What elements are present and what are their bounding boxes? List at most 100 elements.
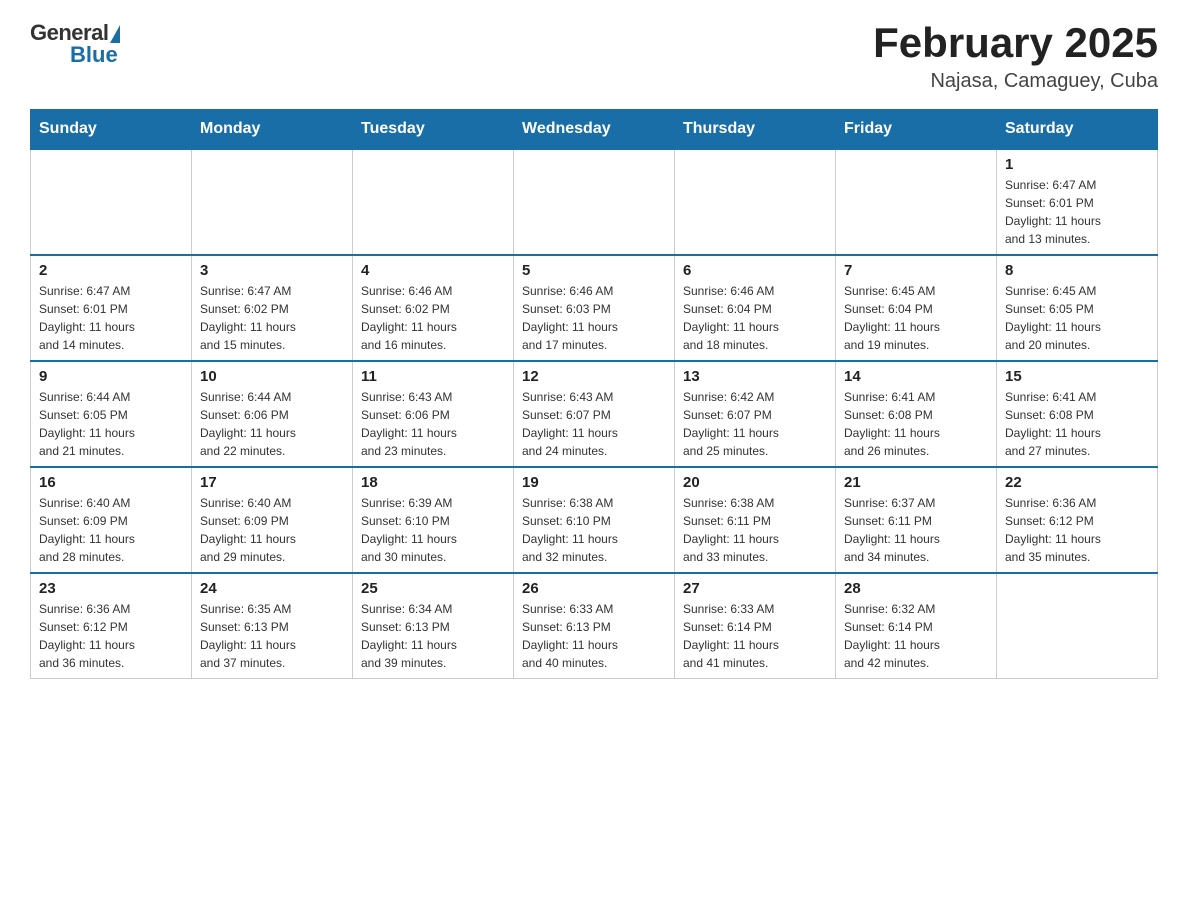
day-info: Sunrise: 6:32 AM Sunset: 6:14 PM Dayligh… bbox=[844, 602, 940, 670]
day-number: 13 bbox=[683, 368, 827, 385]
day-number: 24 bbox=[200, 580, 344, 597]
weekday-header-thursday: Thursday bbox=[675, 110, 836, 150]
calendar-day-cell: 19 Sunrise: 6:38 AM Sunset: 6:10 PM Dayli… bbox=[514, 467, 675, 573]
day-number: 15 bbox=[1005, 368, 1149, 385]
calendar-day-cell: 18 Sunrise: 6:39 AM Sunset: 6:10 PM Dayli… bbox=[353, 467, 514, 573]
page-header: General Blue February 2025 Najasa, Camag… bbox=[30, 20, 1158, 93]
day-number: 14 bbox=[844, 368, 988, 385]
day-number: 16 bbox=[39, 474, 183, 491]
day-number: 11 bbox=[361, 368, 505, 385]
calendar-day-cell: 25 Sunrise: 6:34 AM Sunset: 6:13 PM Dayli… bbox=[353, 573, 514, 679]
weekday-header-saturday: Saturday bbox=[997, 110, 1158, 150]
day-info: Sunrise: 6:35 AM Sunset: 6:13 PM Dayligh… bbox=[200, 602, 296, 670]
page-subtitle: Najasa, Camaguey, Cuba bbox=[873, 70, 1158, 93]
calendar-day-cell: 13Sunrise: 6:42 AM Sunset: 6:07 PM Dayli… bbox=[675, 361, 836, 467]
day-info: Sunrise: 6:46 AM Sunset: 6:03 PM Dayligh… bbox=[522, 284, 618, 352]
day-number: 22 bbox=[1005, 474, 1149, 491]
calendar-week-row: 2Sunrise: 6:47 AM Sunset: 6:01 PM Daylig… bbox=[31, 255, 1158, 361]
title-section: February 2025 Najasa, Camaguey, Cuba bbox=[873, 20, 1158, 93]
logo: General Blue bbox=[30, 20, 120, 68]
calendar-day-cell: 23Sunrise: 6:36 AM Sunset: 6:12 PM Dayli… bbox=[31, 573, 192, 679]
day-number: 7 bbox=[844, 262, 988, 279]
day-number: 5 bbox=[522, 262, 666, 279]
logo-triangle-icon bbox=[110, 25, 120, 43]
day-number: 19 bbox=[522, 474, 666, 491]
calendar-day-cell bbox=[353, 149, 514, 255]
calendar-day-cell: 22 Sunrise: 6:36 AM Sunset: 6:12 PM Dayli… bbox=[997, 467, 1158, 573]
calendar-day-cell bbox=[192, 149, 353, 255]
day-number: 8 bbox=[1005, 262, 1149, 279]
calendar-day-cell: 14 Sunrise: 6:41 AM Sunset: 6:08 PM Dayli… bbox=[836, 361, 997, 467]
calendar-week-row: 9 Sunrise: 6:44 AM Sunset: 6:05 PM Daylig… bbox=[31, 361, 1158, 467]
calendar-day-cell: 27 Sunrise: 6:33 AM Sunset: 6:14 PM Dayli… bbox=[675, 573, 836, 679]
calendar-day-cell: 24 Sunrise: 6:35 AM Sunset: 6:13 PM Dayli… bbox=[192, 573, 353, 679]
day-number: 9 bbox=[39, 368, 183, 385]
calendar-day-cell: 2Sunrise: 6:47 AM Sunset: 6:01 PM Daylig… bbox=[31, 255, 192, 361]
day-number: 25 bbox=[361, 580, 505, 597]
calendar-day-cell bbox=[836, 149, 997, 255]
logo-blue-text: Blue bbox=[70, 42, 118, 68]
calendar-day-cell: 9 Sunrise: 6:44 AM Sunset: 6:05 PM Daylig… bbox=[31, 361, 192, 467]
weekday-header-tuesday: Tuesday bbox=[353, 110, 514, 150]
calendar-day-cell: 20Sunrise: 6:38 AM Sunset: 6:11 PM Dayli… bbox=[675, 467, 836, 573]
day-info: Sunrise: 6:45 AM Sunset: 6:04 PM Dayligh… bbox=[844, 284, 940, 352]
calendar-day-cell: 10 Sunrise: 6:44 AM Sunset: 6:06 PM Dayli… bbox=[192, 361, 353, 467]
calendar-table: SundayMondayTuesdayWednesdayThursdayFrid… bbox=[30, 109, 1158, 679]
weekday-header-friday: Friday bbox=[836, 110, 997, 150]
day-info: Sunrise: 6:33 AM Sunset: 6:14 PM Dayligh… bbox=[683, 602, 779, 670]
day-info: Sunrise: 6:39 AM Sunset: 6:10 PM Dayligh… bbox=[361, 496, 457, 564]
day-number: 3 bbox=[200, 262, 344, 279]
day-info: Sunrise: 6:38 AM Sunset: 6:10 PM Dayligh… bbox=[522, 496, 618, 564]
calendar-day-cell: 1 Sunrise: 6:47 AM Sunset: 6:01 PM Daylig… bbox=[997, 149, 1158, 255]
calendar-week-row: 23Sunrise: 6:36 AM Sunset: 6:12 PM Dayli… bbox=[31, 573, 1158, 679]
calendar-day-cell bbox=[675, 149, 836, 255]
calendar-day-cell: 17Sunrise: 6:40 AM Sunset: 6:09 PM Dayli… bbox=[192, 467, 353, 573]
calendar-day-cell bbox=[997, 573, 1158, 679]
day-info: Sunrise: 6:40 AM Sunset: 6:09 PM Dayligh… bbox=[200, 496, 296, 564]
calendar-day-cell: 11 Sunrise: 6:43 AM Sunset: 6:06 PM Dayli… bbox=[353, 361, 514, 467]
day-number: 23 bbox=[39, 580, 183, 597]
weekday-header-sunday: Sunday bbox=[31, 110, 192, 150]
calendar-day-cell: 12 Sunrise: 6:43 AM Sunset: 6:07 PM Dayli… bbox=[514, 361, 675, 467]
day-info: Sunrise: 6:44 AM Sunset: 6:06 PM Dayligh… bbox=[200, 390, 296, 458]
day-number: 2 bbox=[39, 262, 183, 279]
calendar-week-row: 1 Sunrise: 6:47 AM Sunset: 6:01 PM Daylig… bbox=[31, 149, 1158, 255]
calendar-day-cell: 21Sunrise: 6:37 AM Sunset: 6:11 PM Dayli… bbox=[836, 467, 997, 573]
calendar-day-cell: 16 Sunrise: 6:40 AM Sunset: 6:09 PM Dayli… bbox=[31, 467, 192, 573]
day-number: 4 bbox=[361, 262, 505, 279]
day-number: 18 bbox=[361, 474, 505, 491]
day-info: Sunrise: 6:43 AM Sunset: 6:06 PM Dayligh… bbox=[361, 390, 457, 458]
calendar-day-cell: 26 Sunrise: 6:33 AM Sunset: 6:13 PM Dayli… bbox=[514, 573, 675, 679]
weekday-header-monday: Monday bbox=[192, 110, 353, 150]
day-number: 21 bbox=[844, 474, 988, 491]
day-number: 26 bbox=[522, 580, 666, 597]
day-number: 28 bbox=[844, 580, 988, 597]
day-number: 20 bbox=[683, 474, 827, 491]
calendar-day-cell: 6 Sunrise: 6:46 AM Sunset: 6:04 PM Daylig… bbox=[675, 255, 836, 361]
day-info: Sunrise: 6:40 AM Sunset: 6:09 PM Dayligh… bbox=[39, 496, 135, 564]
day-info: Sunrise: 6:43 AM Sunset: 6:07 PM Dayligh… bbox=[522, 390, 618, 458]
day-number: 27 bbox=[683, 580, 827, 597]
day-number: 6 bbox=[683, 262, 827, 279]
day-number: 12 bbox=[522, 368, 666, 385]
calendar-day-cell: 7 Sunrise: 6:45 AM Sunset: 6:04 PM Daylig… bbox=[836, 255, 997, 361]
calendar-day-cell: 3Sunrise: 6:47 AM Sunset: 6:02 PM Daylig… bbox=[192, 255, 353, 361]
calendar-day-cell bbox=[514, 149, 675, 255]
calendar-day-cell: 15Sunrise: 6:41 AM Sunset: 6:08 PM Dayli… bbox=[997, 361, 1158, 467]
day-number: 1 bbox=[1005, 156, 1149, 173]
calendar-day-cell: 4Sunrise: 6:46 AM Sunset: 6:02 PM Daylig… bbox=[353, 255, 514, 361]
calendar-week-row: 16 Sunrise: 6:40 AM Sunset: 6:09 PM Dayli… bbox=[31, 467, 1158, 573]
weekday-header-wednesday: Wednesday bbox=[514, 110, 675, 150]
day-info: Sunrise: 6:47 AM Sunset: 6:01 PM Dayligh… bbox=[1005, 178, 1101, 246]
day-info: Sunrise: 6:45 AM Sunset: 6:05 PM Dayligh… bbox=[1005, 284, 1101, 352]
day-info: Sunrise: 6:36 AM Sunset: 6:12 PM Dayligh… bbox=[1005, 496, 1101, 564]
day-info: Sunrise: 6:33 AM Sunset: 6:13 PM Dayligh… bbox=[522, 602, 618, 670]
calendar-day-cell: 8 Sunrise: 6:45 AM Sunset: 6:05 PM Daylig… bbox=[997, 255, 1158, 361]
day-info: Sunrise: 6:46 AM Sunset: 6:04 PM Dayligh… bbox=[683, 284, 779, 352]
calendar-day-cell bbox=[31, 149, 192, 255]
day-info: Sunrise: 6:41 AM Sunset: 6:08 PM Dayligh… bbox=[844, 390, 940, 458]
calendar-day-cell: 5 Sunrise: 6:46 AM Sunset: 6:03 PM Daylig… bbox=[514, 255, 675, 361]
day-number: 10 bbox=[200, 368, 344, 385]
day-info: Sunrise: 6:34 AM Sunset: 6:13 PM Dayligh… bbox=[361, 602, 457, 670]
day-info: Sunrise: 6:44 AM Sunset: 6:05 PM Dayligh… bbox=[39, 390, 135, 458]
